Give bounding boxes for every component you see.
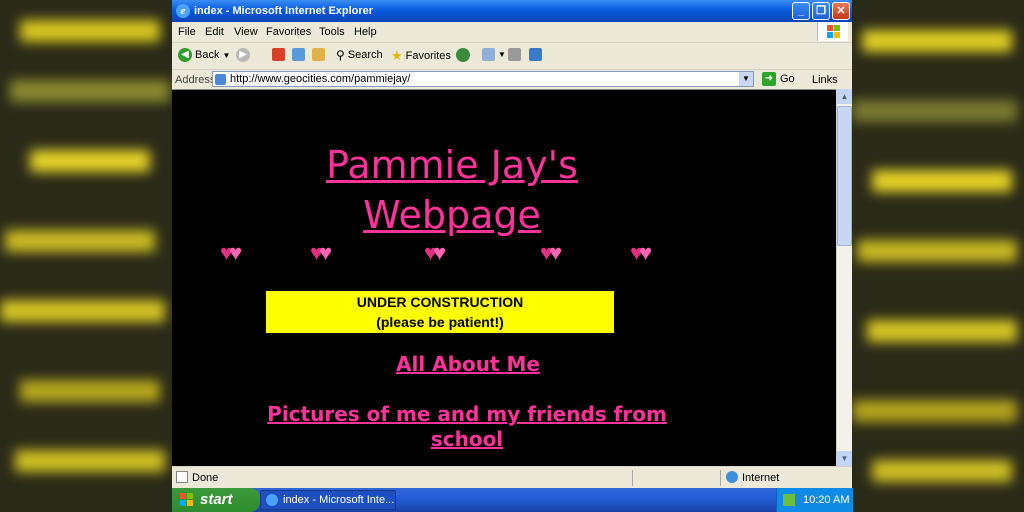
links-button[interactable]: Links bbox=[812, 74, 838, 86]
search-icon: ⚲ bbox=[336, 48, 345, 62]
print-button[interactable] bbox=[508, 48, 521, 61]
scroll-up-icon[interactable]: ▲ bbox=[837, 89, 852, 104]
link-pictures-line2: school bbox=[430, 427, 504, 451]
toolbar: ◀ Back ▼ ▶ ⚲ Search ★ Favorites ▼ bbox=[172, 43, 852, 70]
page-viewport: Pammie Jay's Webpage ♥♥ ♥♥ ♥♥ ♥♥ ♥♥ UNDE… bbox=[172, 89, 836, 467]
menu-edit[interactable]: Edit bbox=[205, 26, 224, 38]
close-button[interactable]: ✕ bbox=[832, 2, 850, 20]
under-construction-banner: UNDER CONSTRUCTION (please be patient!) bbox=[266, 291, 614, 333]
back-label: Back bbox=[195, 49, 220, 61]
minimize-button[interactable]: _ bbox=[792, 2, 810, 20]
link-pictures[interactable]: Pictures of me and my friends from schoo… bbox=[252, 402, 682, 452]
clock: 10:20 AM bbox=[803, 494, 850, 506]
go-button[interactable]: ➜ Go bbox=[762, 72, 795, 86]
globe-icon bbox=[726, 471, 738, 483]
scroll-thumb[interactable] bbox=[837, 106, 852, 246]
back-arrow-icon: ◀ bbox=[178, 48, 192, 62]
history-button[interactable] bbox=[456, 48, 470, 62]
construction-line2: (please be patient!) bbox=[376, 314, 504, 330]
taskbar: start index - Microsoft Inte... 10:20 AM bbox=[172, 488, 853, 512]
windows-flag-icon bbox=[817, 22, 848, 41]
menu-favorites[interactable]: Favorites bbox=[266, 26, 311, 38]
hearts-icon: ♥♥ bbox=[540, 240, 562, 265]
scroll-down-icon[interactable]: ▼ bbox=[837, 451, 852, 466]
menu-help[interactable]: Help bbox=[354, 26, 377, 38]
forward-arrow-icon: ▶ bbox=[236, 48, 250, 62]
link-all-about-me[interactable]: All About Me bbox=[266, 352, 670, 376]
page-icon bbox=[215, 74, 226, 85]
back-dropdown-icon[interactable]: ▼ bbox=[222, 51, 230, 60]
go-arrow-icon: ➜ bbox=[762, 72, 776, 86]
taskbar-item-label: index - Microsoft Inte... bbox=[283, 494, 395, 506]
mail-dropdown-icon[interactable]: ▼ bbox=[498, 50, 506, 59]
site-title: Pammie Jay's Webpage bbox=[252, 140, 652, 240]
status-text: Done bbox=[192, 472, 219, 484]
construction-line1: UNDER CONSTRUCTION bbox=[356, 294, 524, 310]
address-url: http://www.geocities.com/pammiejay/ bbox=[230, 73, 411, 85]
status-divider bbox=[720, 470, 721, 486]
hearts-icon: ♥♥ bbox=[424, 240, 446, 265]
edit-button[interactable] bbox=[529, 48, 542, 61]
back-button[interactable]: ◀ Back ▼ bbox=[178, 48, 230, 62]
stop-button[interactable] bbox=[272, 48, 285, 61]
background-blur-right bbox=[852, 0, 1024, 512]
history-icon bbox=[456, 48, 470, 62]
site-title-line1: Pammie Jay's bbox=[326, 143, 578, 187]
search-label: Search bbox=[347, 49, 383, 61]
menu-file[interactable]: File bbox=[178, 26, 196, 38]
hearts-icon: ♥♥ bbox=[310, 240, 332, 265]
hearts-icon: ♥♥ bbox=[220, 240, 242, 265]
print-icon bbox=[508, 48, 521, 61]
go-label: Go bbox=[780, 73, 795, 85]
menu-tools[interactable]: Tools bbox=[319, 26, 345, 38]
vertical-scrollbar[interactable]: ▲ ▼ bbox=[836, 89, 852, 466]
stop-icon bbox=[272, 48, 285, 61]
home-button[interactable] bbox=[312, 48, 325, 61]
hearts-icon: ♥♥ bbox=[630, 240, 652, 265]
taskbar-item-ie[interactable]: index - Microsoft Inte... bbox=[260, 490, 396, 510]
forward-button[interactable]: ▶ bbox=[236, 48, 250, 62]
star-icon: ★ bbox=[391, 48, 403, 63]
address-input[interactable]: http://www.geocities.com/pammiejay/ ▼ bbox=[212, 71, 754, 87]
edit-icon bbox=[529, 48, 542, 61]
site-title-line2: Webpage bbox=[363, 193, 541, 237]
address-label: Address bbox=[175, 74, 216, 86]
system-tray: 10:20 AM bbox=[776, 488, 853, 512]
window-title: index - Microsoft Internet Explorer bbox=[194, 5, 374, 17]
browser-window: e index - Microsoft Internet Explorer _ … bbox=[172, 0, 852, 488]
menu-bar: File Edit View Favorites Tools Help bbox=[172, 22, 852, 43]
start-label: start bbox=[200, 491, 233, 508]
search-button[interactable]: ⚲ Search bbox=[336, 48, 383, 62]
home-icon bbox=[312, 48, 325, 61]
ie-task-icon bbox=[266, 494, 278, 506]
title-bar[interactable]: e index - Microsoft Internet Explorer _ … bbox=[172, 0, 852, 22]
network-icon[interactable] bbox=[783, 494, 795, 506]
address-dropdown-icon[interactable]: ▼ bbox=[739, 72, 753, 86]
menu-view[interactable]: View bbox=[234, 26, 258, 38]
favorites-button[interactable]: ★ Favorites bbox=[391, 48, 451, 64]
favorites-label: Favorites bbox=[405, 50, 451, 62]
address-bar: Address http://www.geocities.com/pammiej… bbox=[172, 70, 852, 89]
page-status-icon bbox=[176, 471, 188, 483]
status-bar: Done Internet bbox=[172, 466, 852, 489]
ie-logo-icon: e bbox=[176, 4, 190, 18]
mail-icon bbox=[482, 48, 495, 61]
maximize-button[interactable]: ❐ bbox=[812, 2, 830, 20]
status-divider bbox=[632, 470, 633, 486]
mail-button[interactable]: ▼ bbox=[482, 48, 506, 61]
refresh-icon bbox=[292, 48, 305, 61]
refresh-button[interactable] bbox=[292, 48, 305, 61]
security-zone: Internet bbox=[742, 472, 780, 484]
start-button[interactable]: start bbox=[172, 488, 260, 512]
link-pictures-line1: Pictures of me and my friends from bbox=[267, 402, 667, 426]
background-blur-left bbox=[0, 0, 172, 512]
windows-logo-icon bbox=[180, 493, 194, 507]
